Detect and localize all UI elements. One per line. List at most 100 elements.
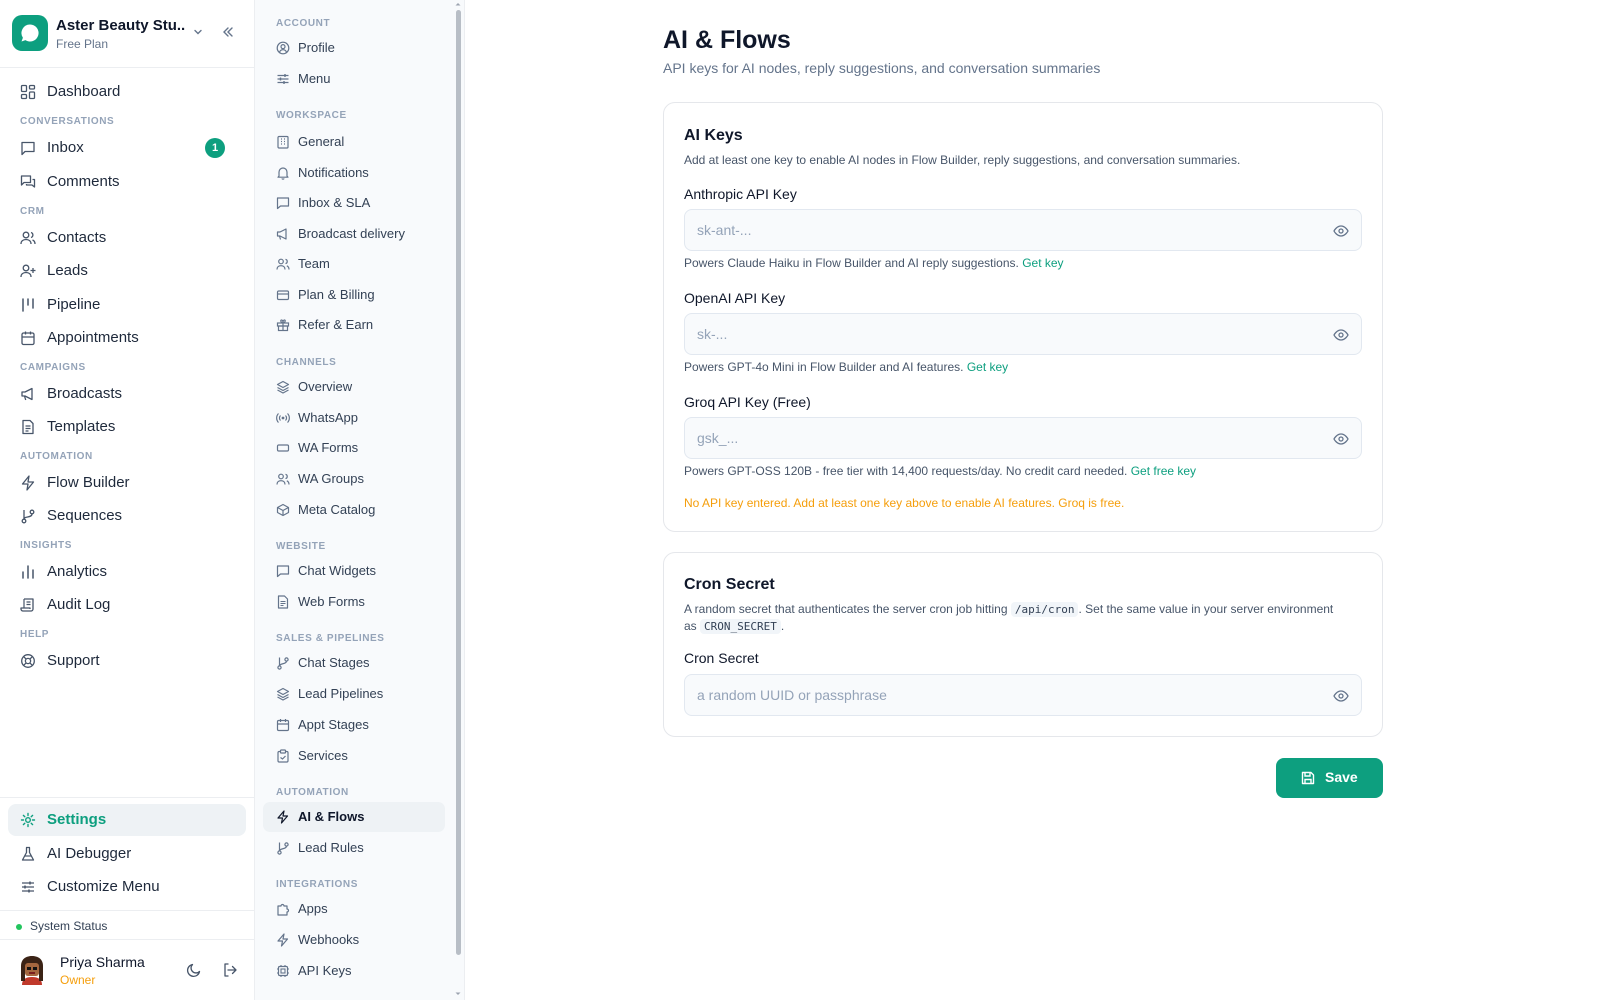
subnav-lead-pipelines[interactable]: Lead Pipelines xyxy=(263,679,445,709)
subnav-ai-flows[interactable]: AI & Flows xyxy=(263,802,445,832)
subnav-broadcast-delivery[interactable]: Broadcast delivery xyxy=(263,219,445,249)
subnav-menu[interactable]: Menu xyxy=(263,64,445,94)
save-button[interactable]: Save xyxy=(1276,758,1383,798)
subnav-webhooks[interactable]: Webhooks xyxy=(263,925,445,955)
cron-secret-input[interactable] xyxy=(697,675,1297,715)
workspace-name: Aster Beauty Stu... xyxy=(56,17,186,34)
openai-get-key-link[interactable]: Get key xyxy=(967,360,1008,374)
subnav-section-channels: CHANNELS xyxy=(276,357,337,368)
groq-key-help: Powers GPT-OSS 120B - free tier with 14,… xyxy=(684,464,1196,478)
nav-support[interactable]: Support xyxy=(8,645,246,677)
page-subtitle: API keys for AI nodes, reply suggestions… xyxy=(663,60,1101,76)
subnav-services[interactable]: Services xyxy=(263,741,445,771)
package-icon xyxy=(276,503,290,517)
eye-icon[interactable] xyxy=(1333,327,1349,343)
subnav-profile[interactable]: Profile xyxy=(263,33,445,63)
subnav-web-forms[interactable]: Web Forms xyxy=(263,587,445,617)
messages-icon xyxy=(20,175,36,188)
scrollbar-thumb[interactable] xyxy=(456,10,461,955)
nav-appointments[interactable]: Appointments xyxy=(8,322,246,354)
logout-icon[interactable] xyxy=(222,962,238,978)
subnav-services-label: Services xyxy=(298,748,348,763)
nav-audit-log[interactable]: Audit Log xyxy=(8,589,246,621)
section-crm: CRM xyxy=(20,206,45,217)
subnav-chat-stages[interactable]: Chat Stages xyxy=(263,648,445,678)
groq-get-free-key-link[interactable]: Get free key xyxy=(1131,464,1196,478)
anthropic-key-help: Powers Claude Haiku in Flow Builder and … xyxy=(684,256,1064,270)
subnav-section-workspace: WORKSPACE xyxy=(276,110,347,121)
layers-icon xyxy=(276,687,290,701)
nav-flow-builder[interactable]: Flow Builder xyxy=(8,467,246,499)
nav-comments[interactable]: Comments xyxy=(8,166,246,198)
nav-settings[interactable]: Settings xyxy=(8,804,246,836)
nav-ai-debugger[interactable]: AI Debugger xyxy=(8,838,246,870)
subnav-whatsapp[interactable]: WhatsApp xyxy=(263,403,445,433)
nav-contacts[interactable]: Contacts xyxy=(8,222,246,254)
main-content: AI & Flows API keys for AI nodes, reply … xyxy=(463,0,1600,1000)
subnav-refer-earn[interactable]: Refer & Earn xyxy=(263,310,445,340)
user-profile: Priya Sharma Owner xyxy=(0,940,255,1000)
nav-analytics[interactable]: Analytics xyxy=(8,556,246,588)
subnav-inbox-sla[interactable]: Inbox & SLA xyxy=(263,188,445,218)
nav-broadcasts[interactable]: Broadcasts xyxy=(8,378,246,410)
subnav-overview[interactable]: Overview xyxy=(263,372,445,402)
chat-bubble-icon xyxy=(21,24,39,42)
nav-sequences[interactable]: Sequences xyxy=(8,500,246,532)
workspace-switcher[interactable]: Aster Beauty Stu... Free Plan xyxy=(0,0,255,68)
subnav-chat-widgets[interactable]: Chat Widgets xyxy=(263,556,445,586)
openai-key-input[interactable] xyxy=(697,314,1297,354)
nav-inbox[interactable]: Inbox 1 xyxy=(8,132,246,164)
nav-customize-menu[interactable]: Customize Menu xyxy=(8,871,246,903)
anthropic-key-input[interactable] xyxy=(697,210,1297,250)
zap-icon xyxy=(21,475,35,491)
settings-subnav: ACCOUNT Profile Menu WORKSPACE General N… xyxy=(255,0,465,1000)
moon-icon[interactable] xyxy=(186,962,202,978)
subnav-apps[interactable]: Apps xyxy=(263,894,445,924)
subnav-api-keys[interactable]: API Keys xyxy=(263,956,445,986)
openai-key-help-text: Powers GPT-4o Mini in Flow Builder and A… xyxy=(684,360,964,374)
message-square-icon xyxy=(276,565,290,578)
inbox-count-badge: 1 xyxy=(205,138,225,158)
cron-endpoint-code: /api/cron xyxy=(1010,602,1079,617)
nav-settings-label: Settings xyxy=(47,811,107,828)
subnav-team[interactable]: Team xyxy=(263,249,445,279)
chevron-down-icon[interactable] xyxy=(192,26,204,38)
scroll-down-icon[interactable] xyxy=(454,990,462,998)
subnav-plan-billing[interactable]: Plan & Billing xyxy=(263,280,445,310)
subnav-wa-groups[interactable]: WA Groups xyxy=(263,464,445,494)
eye-icon[interactable] xyxy=(1333,431,1349,447)
subnav-notifications-label: Notifications xyxy=(298,165,369,180)
section-insights: INSIGHTS xyxy=(20,540,73,551)
workspace-plan: Free Plan xyxy=(56,37,109,51)
section-automation: AUTOMATION xyxy=(20,451,93,462)
eye-icon[interactable] xyxy=(1333,688,1349,704)
openai-key-help: Powers GPT-4o Mini in Flow Builder and A… xyxy=(684,360,1008,374)
collapse-sidebar-icon[interactable] xyxy=(221,25,235,39)
subnav-notifications[interactable]: Notifications xyxy=(263,158,445,188)
nav-templates[interactable]: Templates xyxy=(8,411,246,443)
subnav-lead-rules[interactable]: Lead Rules xyxy=(263,833,445,863)
cron-secret-label: Cron Secret xyxy=(684,650,759,666)
scroll-up-icon[interactable] xyxy=(454,0,462,8)
nav-dashboard[interactable]: Dashboard xyxy=(8,76,246,108)
subnav-general[interactable]: General xyxy=(263,127,445,157)
eye-icon[interactable] xyxy=(1333,223,1349,239)
user-role: Owner xyxy=(60,973,96,987)
system-status[interactable]: System Status xyxy=(0,910,255,940)
nav-dashboard-label: Dashboard xyxy=(47,83,121,100)
form-icon xyxy=(276,444,290,452)
dashboard-icon xyxy=(20,84,36,100)
nav-leads[interactable]: Leads xyxy=(8,255,246,287)
subnav-scrollbar[interactable] xyxy=(454,0,462,1000)
groq-key-input[interactable] xyxy=(697,418,1297,458)
subnav-meta-catalog[interactable]: Meta Catalog xyxy=(263,495,445,525)
subnav-chat-widgets-label: Chat Widgets xyxy=(298,563,377,578)
cron-env-var-code: CRON_SECRET xyxy=(700,619,781,634)
subnav-appt-stages[interactable]: Appt Stages xyxy=(263,710,445,740)
avatar[interactable] xyxy=(16,953,48,985)
zap-icon xyxy=(277,933,289,947)
nav-pipeline[interactable]: Pipeline xyxy=(8,289,246,321)
subnav-wa-forms[interactable]: WA Forms xyxy=(263,433,445,463)
subnav-refer-earn-label: Refer & Earn xyxy=(298,317,374,332)
anthropic-get-key-link[interactable]: Get key xyxy=(1022,256,1063,270)
